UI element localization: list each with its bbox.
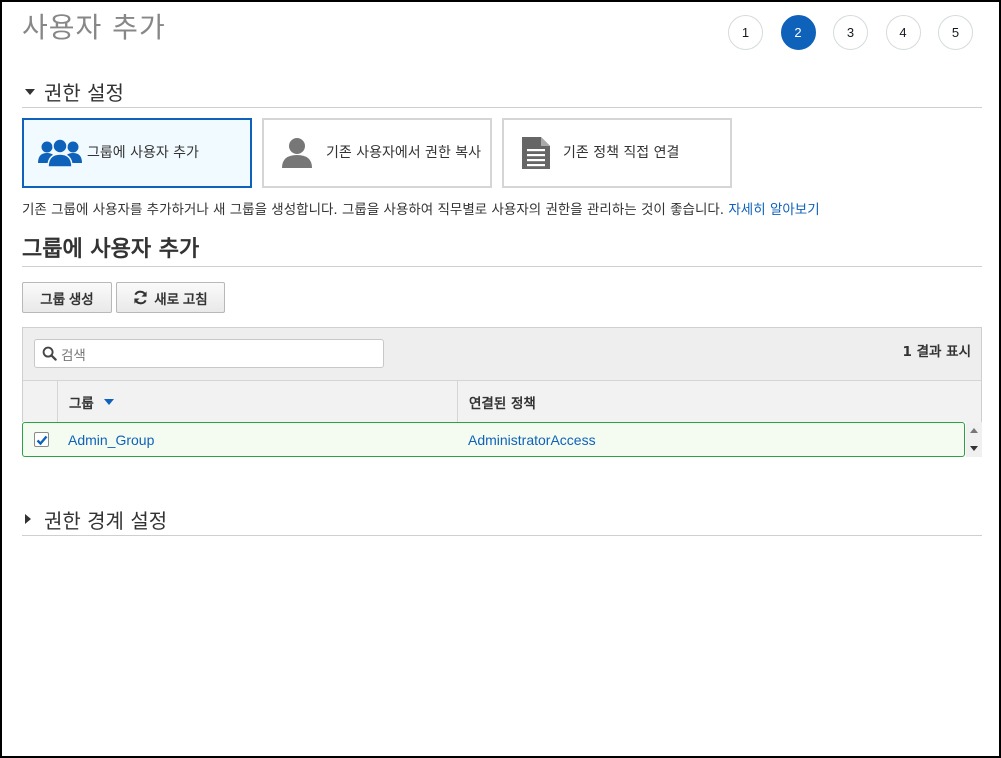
page-title: 사용자 추가 xyxy=(22,11,166,44)
document-icon xyxy=(521,136,551,170)
refresh-button[interactable]: 새로 고침 xyxy=(116,282,225,313)
permissions-section-header[interactable]: 권한 설정 xyxy=(22,76,982,108)
step-3[interactable]: 3 xyxy=(833,15,868,50)
option-attach-policy[interactable]: 기존 정책 직접 연결 xyxy=(502,118,732,188)
row-checkbox[interactable] xyxy=(34,432,49,447)
permissions-section-title: 권한 설정 xyxy=(44,81,124,105)
scroll-up-icon[interactable] xyxy=(970,428,978,433)
step-4[interactable]: 4 xyxy=(885,15,921,50)
groups-section-title: 그룹에 사용자 추가 xyxy=(22,231,982,267)
table-row[interactable]: Admin_Group AdministratorAccess xyxy=(22,422,965,457)
policy-link[interactable]: AdministratorAccess xyxy=(468,432,596,448)
groups-table: 검색 1 결과 표시 그룹 연결된 정책 xyxy=(22,327,982,422)
users-group-icon xyxy=(37,137,83,169)
search-box[interactable]: 검색 xyxy=(34,339,384,368)
search-input[interactable]: 검색 xyxy=(61,344,86,364)
table-header: 그룹 연결된 정책 xyxy=(23,380,981,422)
option-copy-permissions[interactable]: 기존 사용자에서 권한 복사 xyxy=(262,118,492,188)
sort-desc-icon xyxy=(103,398,114,405)
boundary-section-title: 권한 경계 설정 xyxy=(44,508,168,533)
table-scrollbar[interactable] xyxy=(966,422,982,457)
column-header-group[interactable]: 그룹 xyxy=(58,381,458,422)
column-header-policies[interactable]: 연결된 정책 xyxy=(458,381,536,422)
option-attach-policy-label: 기존 정책 직접 연결 xyxy=(563,145,680,161)
permissions-description: 기존 그룹에 사용자를 추가하거나 새 그룹을 생성합니다. 그룹을 사용하여 … xyxy=(22,198,820,218)
user-icon xyxy=(280,137,314,169)
step-5[interactable]: 5 xyxy=(938,15,973,50)
header-checkbox-column xyxy=(23,381,58,422)
step-1[interactable]: 1 xyxy=(728,15,763,50)
group-name-link[interactable]: Admin_Group xyxy=(68,432,468,448)
option-copy-permissions-label: 기존 사용자에서 권한 복사 xyxy=(326,145,482,161)
caret-right-icon xyxy=(22,514,44,524)
learn-more-link[interactable]: 자세히 알아보기 xyxy=(728,202,819,218)
option-add-to-group[interactable]: 그룹에 사용자 추가 xyxy=(22,118,252,188)
window-frame: 사용자 추가 1 2 3 4 5 권한 설정 그룹에 사용자 추가 기존 사용자… xyxy=(0,0,1001,758)
checkmark-icon xyxy=(36,435,47,445)
scroll-down-icon[interactable] xyxy=(970,446,978,451)
result-count: 1 결과 표시 xyxy=(902,344,971,360)
refresh-button-label: 새로 고침 xyxy=(154,291,208,307)
search-icon xyxy=(42,346,57,361)
create-group-button[interactable]: 그룹 생성 xyxy=(22,282,112,313)
boundary-section-header[interactable]: 권한 경계 설정 xyxy=(22,503,982,536)
description-text: 기존 그룹에 사용자를 추가하거나 새 그룹을 생성합니다. 그룹을 사용하여 … xyxy=(22,202,725,218)
column-header-group-label: 그룹 xyxy=(69,395,94,412)
caret-down-icon xyxy=(22,88,44,95)
wizard-steps: 1 2 3 4 5 xyxy=(728,15,991,50)
refresh-icon xyxy=(133,290,148,305)
step-2[interactable]: 2 xyxy=(780,15,816,50)
option-add-to-group-label: 그룹에 사용자 추가 xyxy=(87,145,199,161)
